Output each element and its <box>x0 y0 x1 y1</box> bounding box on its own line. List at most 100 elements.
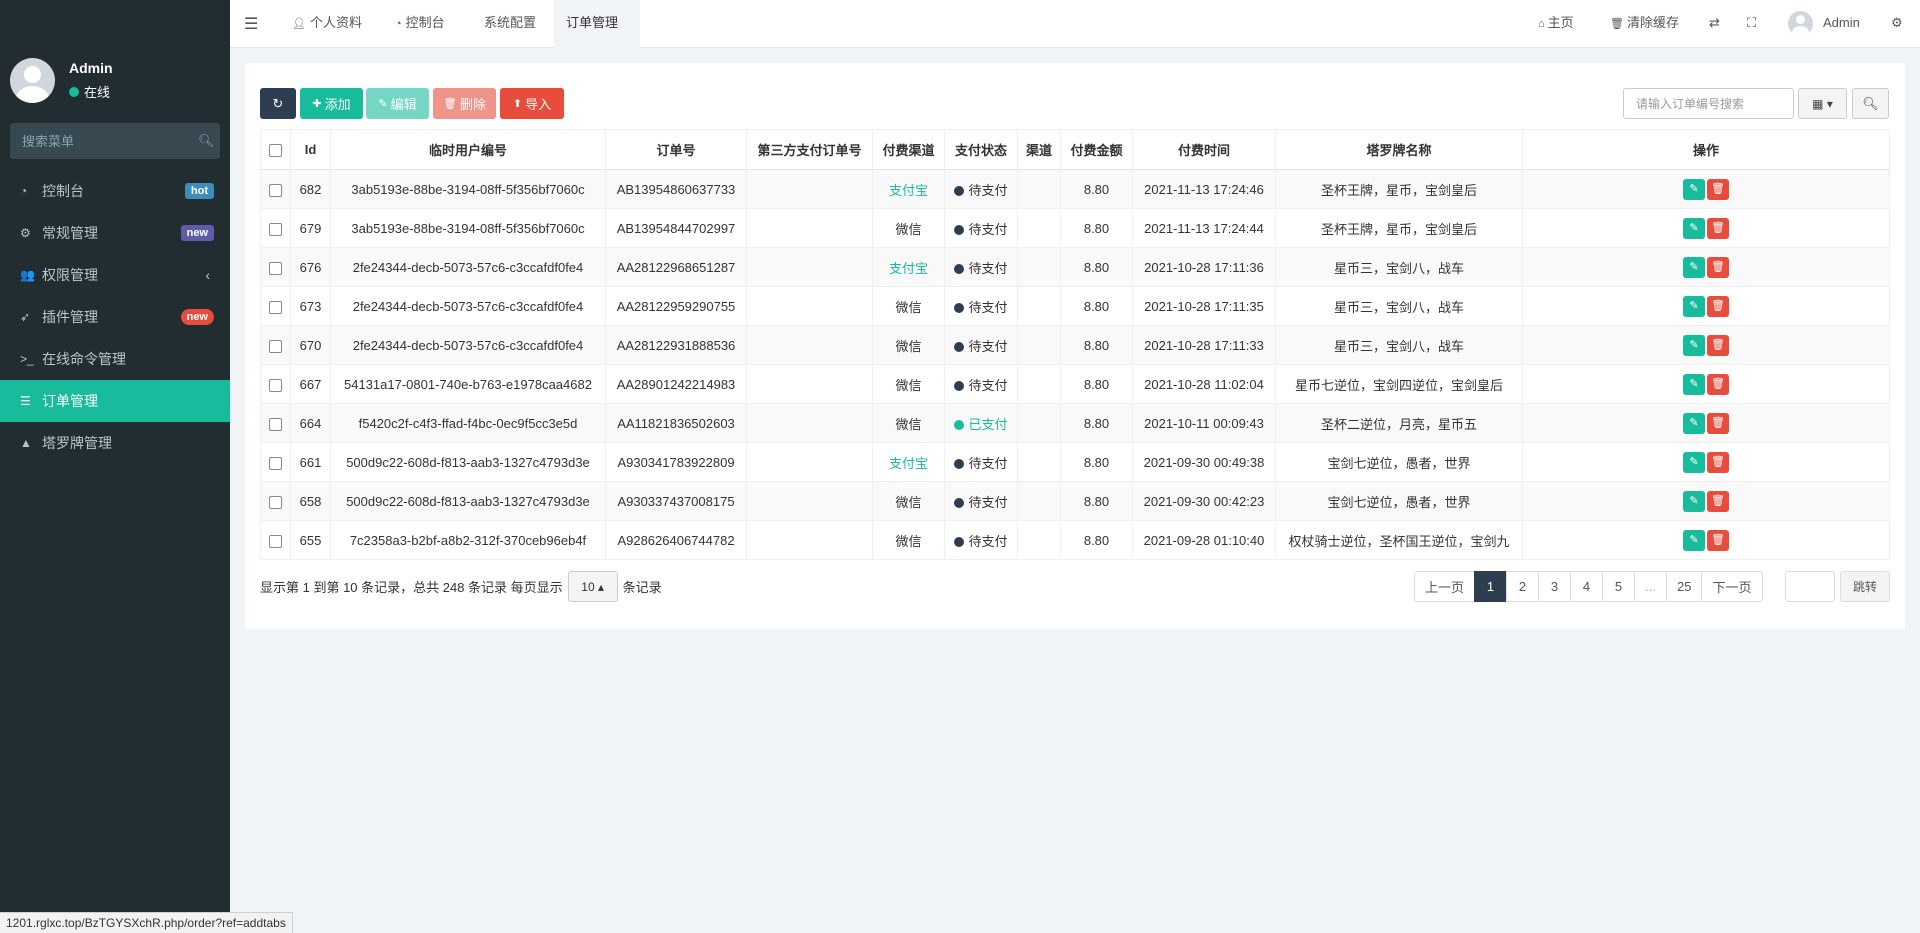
page-button[interactable]: 1 <box>1474 571 1508 602</box>
cell-user-no: 7c2358a3-b2bf-a8b2-312f-370ceb96eb4f <box>330 520 606 560</box>
row-checkbox[interactable] <box>269 456 282 470</box>
menu-toggle-icon[interactable]: ☰ <box>244 14 258 34</box>
table-row[interactable]: 670 2fe24344-decb-5073-57c6-c3ccafdf0fe4 A… <box>260 325 1890 365</box>
sidebar-item-general[interactable]: ⚙ 常规管理 new <box>0 212 230 254</box>
row-edit-button[interactable]: ✎ <box>1683 529 1705 551</box>
row-delete-button[interactable]: 🗑︎ <box>1707 217 1729 239</box>
row-edit-button[interactable]: ✎ <box>1683 217 1705 239</box>
settings-gear-icon[interactable]: ⚙ <box>1891 0 1903 48</box>
row-delete-button[interactable]: 🗑︎ <box>1707 490 1729 512</box>
import-button[interactable]: ⬆︎ 导入 <box>500 88 564 119</box>
cell-order-no: A928626406744782 <box>605 520 747 560</box>
row-delete-button[interactable]: 🗑︎ <box>1707 334 1729 356</box>
row-delete-button[interactable]: 🗑︎ <box>1707 295 1729 317</box>
row-checkbox[interactable] <box>269 339 282 353</box>
table-row[interactable]: 682 3ab5193e-88be-3194-08ff-5f356bf7060c A… <box>260 169 1890 209</box>
cell-id: 676 <box>290 247 331 287</box>
status-dot-icon <box>954 497 965 508</box>
row-checkbox[interactable] <box>269 378 282 392</box>
sidebar-item-tarot[interactable]: ▲ 塔罗牌管理 <box>0 422 230 464</box>
row-checkbox[interactable] <box>269 300 282 314</box>
row-edit-button[interactable]: ✎ <box>1683 295 1705 317</box>
table-row[interactable]: 664 f5420c2f-c4f3-ffad-f4bc-0ec9f5cc3e5d A… <box>260 403 1890 443</box>
table-row[interactable]: 667 54131a17-0801-740e-b763-e1978caa4682 A… <box>260 364 1890 404</box>
table-row[interactable]: 658 500d9c22-608d-f813-aab3-1327c4793d3e A… <box>260 481 1890 521</box>
select-all-checkbox[interactable] <box>269 144 282 158</box>
trash-icon: 🗑︎ <box>1711 338 1725 351</box>
menu-badge: hot <box>184 183 214 199</box>
sidebar-item-online-command[interactable]: >_ 在线命令管理 <box>0 338 230 380</box>
row-delete-button[interactable]: 🗑︎ <box>1707 373 1729 395</box>
row-edit-button[interactable]: ✎ <box>1683 451 1705 473</box>
cell-time: 2021-10-28 17:11:33 <box>1132 325 1276 365</box>
tab-dashboard[interactable]: ◔ 控制台 <box>383 0 457 48</box>
row-delete-button[interactable]: 🗑︎ <box>1707 451 1729 473</box>
jump-button[interactable]: 跳转 <box>1840 571 1890 602</box>
columns-toggle-button[interactable]: ▦ ▾ <box>1798 88 1847 119</box>
cell-time: 2021-09-30 00:42:23 <box>1132 481 1276 521</box>
row-edit-button[interactable]: ✎ <box>1683 373 1705 395</box>
row-delete-button[interactable]: 🗑︎ <box>1707 412 1729 434</box>
row-delete-button[interactable]: 🗑︎ <box>1707 178 1729 200</box>
row-edit-button[interactable]: ✎ <box>1683 334 1705 356</box>
trash-icon: 🗑︎ <box>1711 260 1725 273</box>
page-button[interactable]: 2 <box>1506 571 1540 602</box>
row-edit-button[interactable]: ✎ <box>1683 256 1705 278</box>
table-row[interactable]: 673 2fe24344-decb-5073-57c6-c3ccafdf0fe4 A… <box>260 286 1890 326</box>
row-checkbox[interactable] <box>269 222 282 236</box>
fullscreen-icon[interactable]: ⛶ <box>1747 0 1756 48</box>
delete-button[interactable]: 🗑︎ 删除 <box>433 88 496 119</box>
chart-icon: ▲ <box>20 436 32 450</box>
sidebar-item-plugins[interactable]: ➶ 插件管理 new <box>0 296 230 338</box>
page-button[interactable]: 3 <box>1538 571 1572 602</box>
row-checkbox[interactable] <box>269 261 282 275</box>
row-checkbox[interactable] <box>269 495 282 509</box>
caret-up-icon: ▴ <box>598 579 605 594</box>
row-edit-button[interactable]: ✎ <box>1683 412 1705 434</box>
search-icon[interactable]: 🔍︎ <box>198 133 215 149</box>
clear-cache-button[interactable]: 🗑︎ 清除缓存 <box>1610 0 1679 48</box>
row-checkbox[interactable] <box>269 183 282 197</box>
home-link[interactable]: ⌂ 主页 <box>1538 0 1574 48</box>
table-row[interactable]: 655 7c2358a3-b2bf-a8b2-312f-370ceb96eb4f A… <box>260 520 1890 560</box>
status-bar-url: 1201.rglxc.top/BzTGYSXchR.php/order?ref=… <box>0 912 293 933</box>
cell-channel <box>1017 247 1061 287</box>
user-menu[interactable]: Admin <box>1788 0 1860 48</box>
row-edit-button[interactable]: ✎ <box>1683 178 1705 200</box>
jump-page-input[interactable] <box>1785 571 1835 602</box>
row-delete-button[interactable]: 🗑︎ <box>1707 529 1729 551</box>
language-icon[interactable]: ⇄ <box>1709 0 1720 48</box>
sidebar-item-label: 插件管理 <box>42 309 98 325</box>
add-button[interactable]: ✚ 添加 <box>300 88 363 119</box>
edit-button[interactable]: ✎ 编辑 <box>366 88 429 119</box>
cell-order-no: A930337437008175 <box>605 481 747 521</box>
row-delete-button[interactable]: 🗑︎ <box>1707 256 1729 278</box>
tab-system-config[interactable]: 系统配置 <box>472 0 548 48</box>
sidebar-item-dashboard[interactable]: ◔ 控制台 hot <box>0 170 230 212</box>
tab-profile[interactable]: 👤︎ 个人资料 <box>280 0 374 48</box>
status-dot-icon <box>954 419 965 430</box>
cell-cards: 星币三，宝剑八，战车 <box>1275 286 1523 326</box>
table-row[interactable]: 679 3ab5193e-88be-3194-08ff-5f356bf7060c A… <box>260 208 1890 248</box>
refresh-button[interactable]: ↻ <box>260 88 296 119</box>
next-page-button[interactable]: 下一页 <box>1701 571 1763 602</box>
row-checkbox[interactable] <box>269 534 282 548</box>
page-button[interactable]: 25 <box>1666 571 1703 602</box>
tab-order-management[interactable]: 订单管理 <box>554 0 640 48</box>
sidebar-item-orders[interactable]: ☰ 订单管理 <box>0 380 230 422</box>
col-header-user-no: 临时用户编号 <box>330 129 606 170</box>
table-row[interactable]: 676 2fe24344-decb-5073-57c6-c3ccafdf0fe4 A… <box>260 247 1890 287</box>
search-button[interactable]: 🔍︎ <box>1852 88 1889 119</box>
page-size-dropdown[interactable]: 10 ▴ <box>567 571 618 602</box>
table-row[interactable]: 661 500d9c22-608d-f813-aab3-1327c4793d3e A… <box>260 442 1890 482</box>
page-button[interactable]: 5 <box>1602 571 1636 602</box>
prev-page-button[interactable]: 上一页 <box>1414 571 1476 602</box>
row-checkbox[interactable] <box>269 417 282 431</box>
trash-icon: 🗑︎ <box>1711 494 1725 507</box>
row-edit-button[interactable]: ✎ <box>1683 490 1705 512</box>
sidebar-item-permissions[interactable]: 👥 权限管理 ‹ <box>0 254 230 296</box>
menu-search-input[interactable] <box>22 133 198 149</box>
col-header-id[interactable]: Id <box>290 129 331 170</box>
page-button[interactable]: 4 <box>1570 571 1604 602</box>
order-search-input[interactable] <box>1623 88 1794 119</box>
